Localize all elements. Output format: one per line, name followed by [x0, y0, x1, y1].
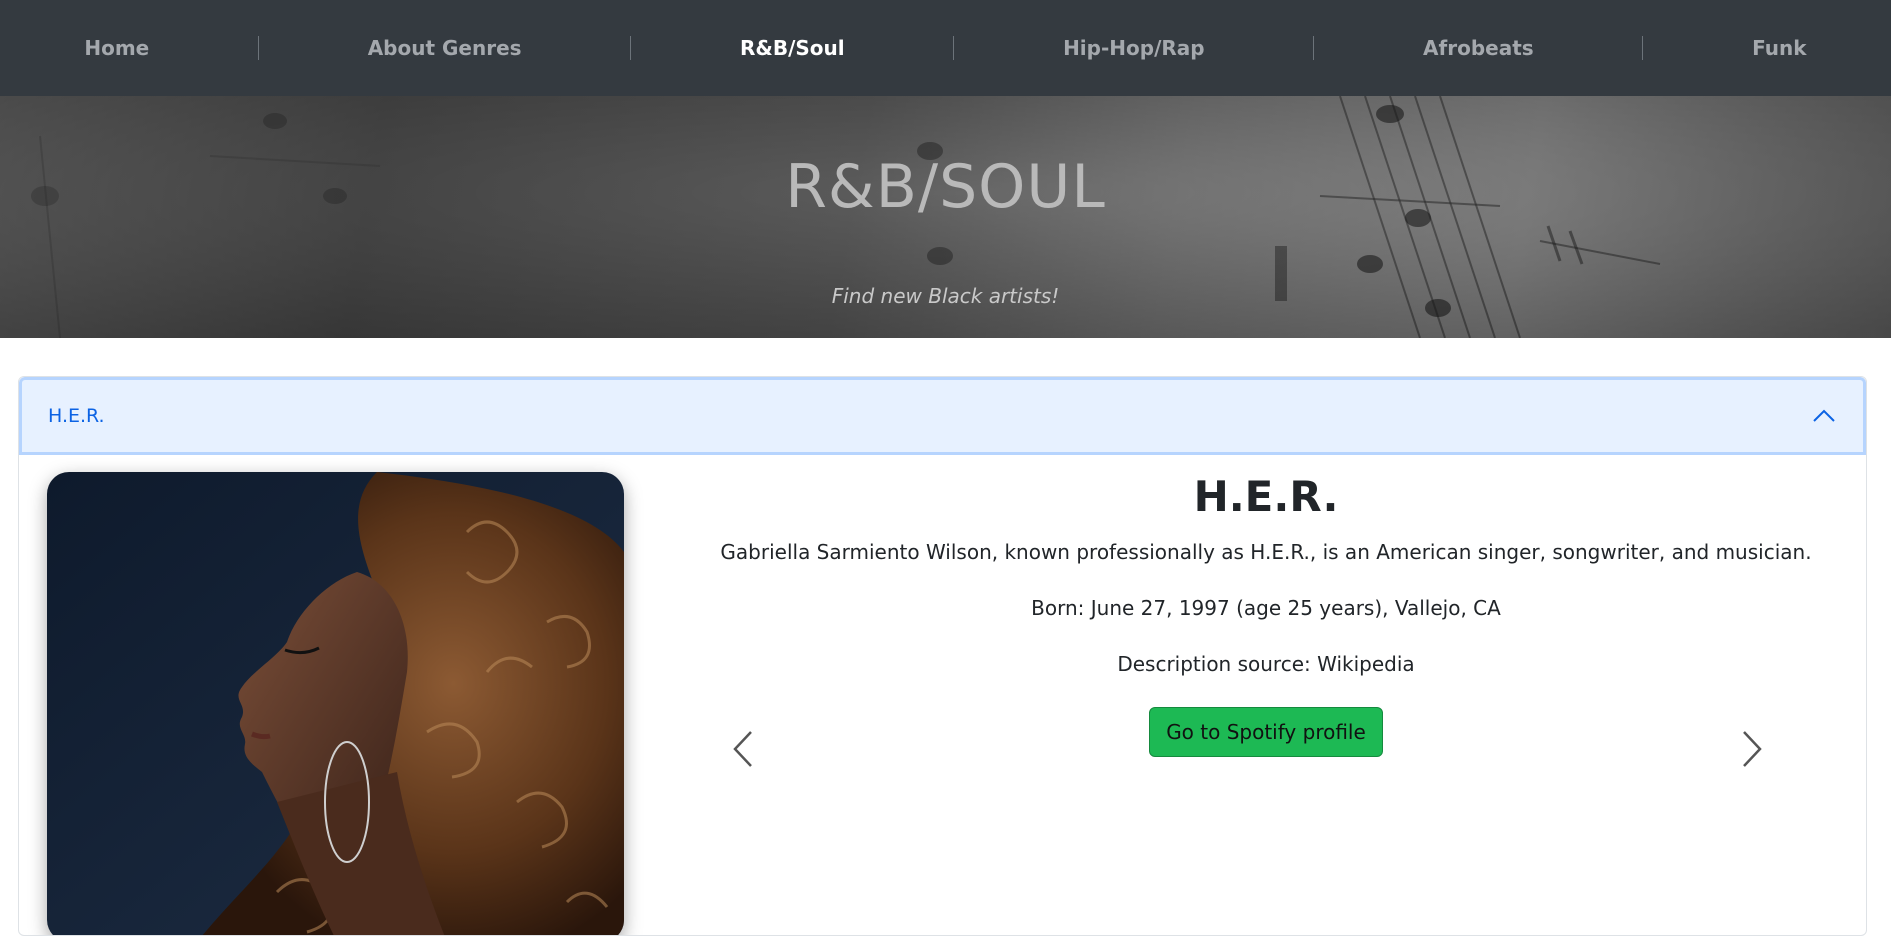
artist-accordion: H.E.R. H.E.R. Gabriella Sarmiento Wilson… — [18, 376, 1867, 936]
nav-divider — [1642, 36, 1644, 60]
description-source: Description source: Wikipedia — [1117, 652, 1415, 676]
nav-hiphop-rap[interactable]: Hip-Hop/Rap — [1063, 36, 1205, 60]
top-navbar: Home About Genres R&B/Soul Hip-Hop/Rap A… — [0, 0, 1891, 96]
accordion-header[interactable]: H.E.R. — [19, 377, 1866, 455]
nav-afrobeats[interactable]: Afrobeats — [1423, 36, 1534, 60]
artist-name: H.E.R. — [1193, 472, 1339, 521]
artist-photo — [47, 472, 624, 935]
nav-divider — [630, 36, 632, 60]
accordion-header-label: H.E.R. — [48, 405, 105, 427]
hero-banner: R&B/SOUL Find new Black artists! — [0, 96, 1891, 338]
chevron-left-icon[interactable] — [727, 724, 761, 774]
nav-divider — [257, 36, 259, 60]
page-subtitle: Find new Black artists! — [831, 284, 1060, 308]
nav-about-genres[interactable]: About Genres — [368, 36, 522, 60]
artist-born: Born: June 27, 1997 (age 25 years), Vall… — [1031, 596, 1501, 620]
nav-divider — [953, 36, 955, 60]
page-title: R&B/SOUL — [785, 152, 1106, 222]
chevron-right-icon[interactable] — [1734, 724, 1768, 774]
chevron-up-icon[interactable] — [1811, 403, 1837, 429]
artist-info: H.E.R. Gabriella Sarmiento Wilson, known… — [719, 472, 1813, 757]
nav-home[interactable]: Home — [84, 36, 149, 60]
nav-rnb-soul[interactable]: R&B/Soul — [740, 36, 845, 60]
nav-funk[interactable]: Funk — [1752, 36, 1806, 60]
artist-description: Gabriella Sarmiento Wilson, known profes… — [720, 540, 1812, 564]
spotify-profile-button[interactable]: Go to Spotify profile — [1149, 707, 1383, 757]
nav-divider — [1313, 36, 1315, 60]
